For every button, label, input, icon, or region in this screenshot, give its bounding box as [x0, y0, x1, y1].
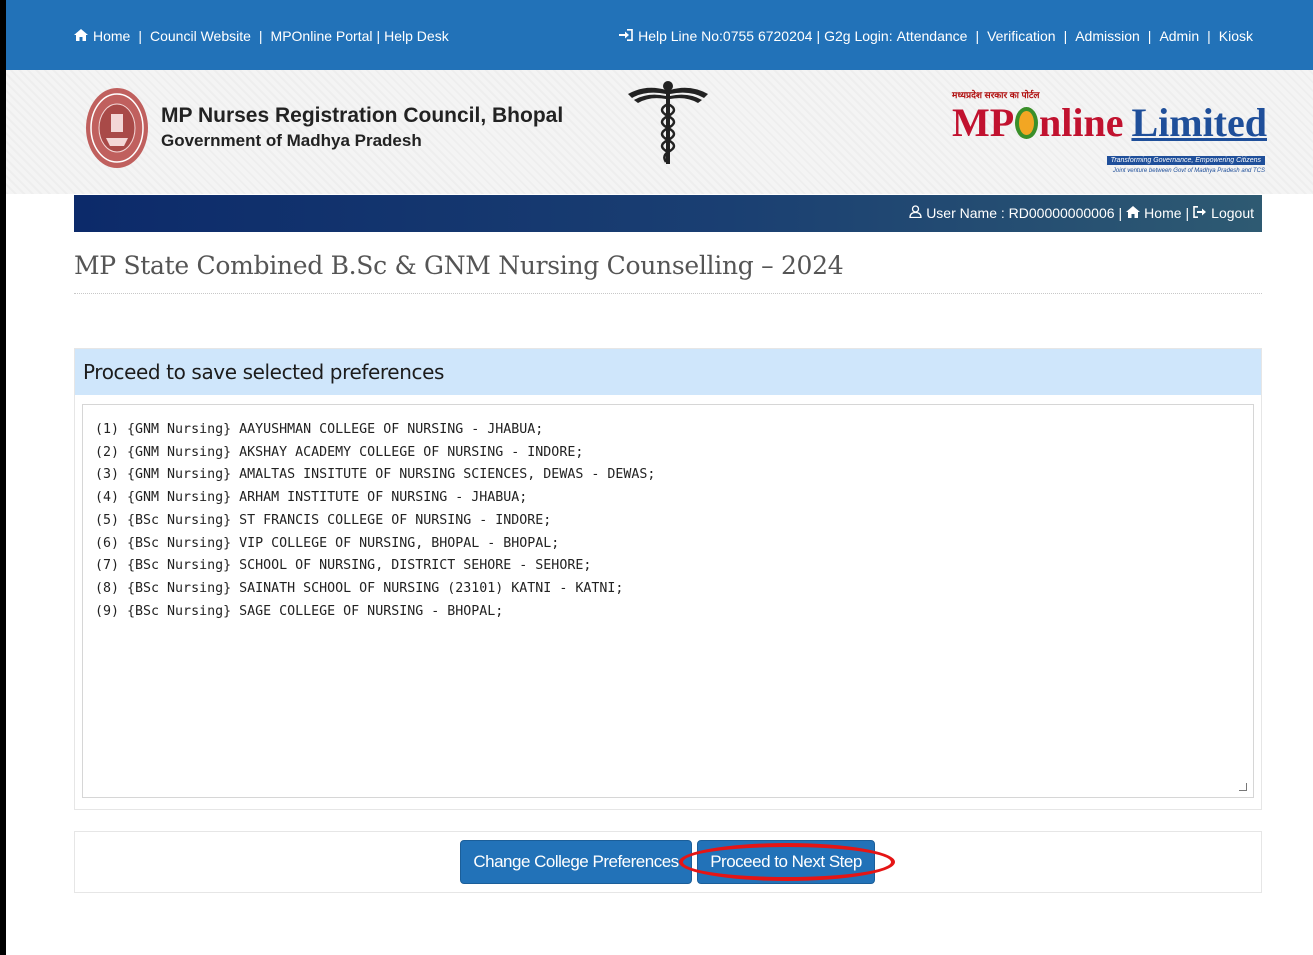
government-name: Government of Madhya Pradesh — [161, 131, 422, 150]
g2g-login-label: G2g Login: — [824, 28, 893, 44]
council-name: MP Nurses Registration Council, Bhopal — [161, 104, 564, 127]
top-link-council-website[interactable]: Council Website — [150, 28, 251, 44]
change-college-preferences-button[interactable]: Change College Preferences — [460, 840, 692, 884]
mponline-limited-text: Limited — [1131, 100, 1267, 145]
logout-link[interactable]: Logout — [1211, 205, 1254, 221]
panel-heading: Proceed to save selected preferences — [75, 349, 1261, 395]
separator: | — [1063, 28, 1068, 44]
top-link-verification[interactable]: Verification — [987, 28, 1055, 44]
separator: | — [816, 28, 821, 44]
user-home-link[interactable]: Home — [1144, 205, 1181, 221]
mponline-brand: MP nline Limited — [952, 103, 1267, 143]
site-header: MP Nurses Registration Council, Bhopal G… — [6, 70, 1313, 194]
home-icon — [74, 28, 88, 44]
top-link-help-desk[interactable]: Help Desk — [384, 28, 449, 44]
top-link-attendance[interactable]: Attendance — [897, 28, 968, 44]
sign-in-icon — [619, 28, 633, 44]
preferences-textarea[interactable]: (1) {GNM Nursing} AAYUSHMAN COLLEGE OF N… — [82, 404, 1254, 798]
council-seal-logo — [86, 88, 148, 168]
separator: | — [1118, 205, 1123, 221]
top-navigation-bar: Home | Council Website | MPOnline Portal… — [6, 0, 1313, 70]
separator: | — [1185, 205, 1190, 221]
textarea-resize-handle[interactable] — [1239, 783, 1247, 791]
separator: | — [376, 28, 381, 44]
caduceus-logo — [628, 81, 708, 164]
separator: | — [975, 28, 980, 44]
home-icon — [1126, 205, 1141, 221]
user-name-label: User Name : RD00000000006 — [926, 205, 1115, 221]
mponline-mp-text: MP — [952, 100, 1015, 145]
top-link-kiosk[interactable]: Kiosk — [1219, 28, 1253, 44]
user-info: User Name : RD00000000006 | Home | Logou… — [909, 205, 1254, 221]
separator: | — [138, 28, 142, 44]
top-link-mponline-portal[interactable]: MPOnline Portal — [271, 28, 373, 44]
page-title: MP State Combined B.Sc & GNM Nursing Cou… — [74, 251, 1262, 294]
mponline-tagline: Transforming Governance, Empowering Citi… — [1106, 156, 1265, 165]
logout-icon — [1193, 205, 1207, 221]
top-link-admission[interactable]: Admission — [1075, 28, 1140, 44]
user-icon — [909, 205, 922, 221]
top-right-links: Help Line No:0755 6720204 | G2g Login: A… — [619, 28, 1253, 44]
mponline-venture: Joint venture between Govt of Madhya Pra… — [1112, 168, 1265, 174]
mponline-logo: मध्यप्रदेश सरकार का पोर्टल MP nline Limi… — [952, 88, 1267, 180]
top-left-links: Home | Council Website | MPOnline Portal… — [74, 28, 449, 44]
mponline-nline-text: nline — [1038, 100, 1124, 145]
council-title-block: MP Nurses Registration Council, Bhopal G… — [161, 104, 563, 151]
proceed-to-next-step-button[interactable]: Proceed to Next Step — [697, 840, 875, 884]
separator: | — [1207, 28, 1211, 44]
top-link-home[interactable]: Home — [93, 28, 130, 44]
preferences-panel: Proceed to save selected preferences (1)… — [74, 348, 1262, 810]
separator: | — [258, 28, 263, 44]
separator: | — [1147, 28, 1152, 44]
action-bar: Change College Preferences Proceed to Ne… — [74, 831, 1262, 893]
top-link-admin[interactable]: Admin — [1159, 28, 1199, 44]
mponline-emblem-icon — [1015, 107, 1038, 139]
user-bar: User Name : RD00000000006 | Home | Logou… — [74, 195, 1262, 232]
helpline-text: Help Line No:0755 6720204 — [638, 28, 813, 44]
